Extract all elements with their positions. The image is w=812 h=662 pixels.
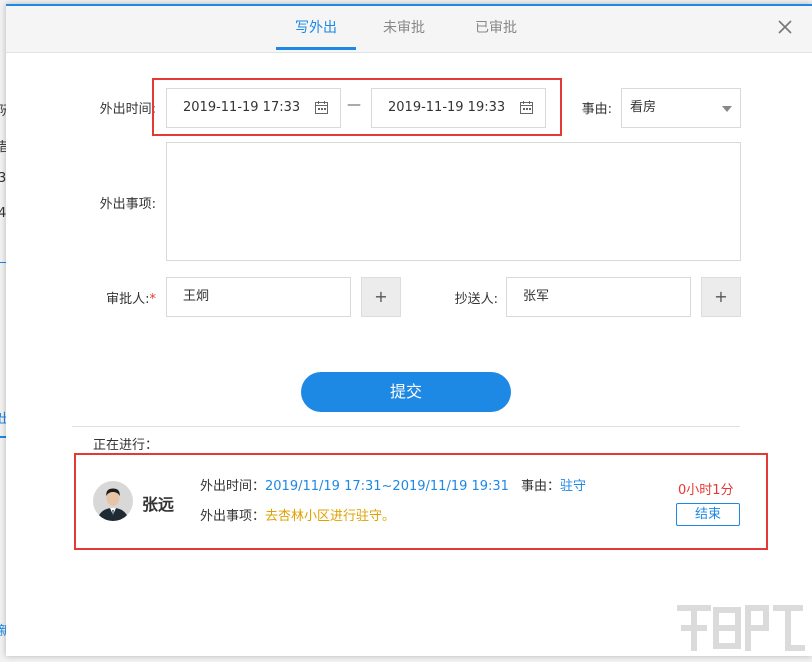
- employee-name: 张远: [142, 495, 175, 514]
- avatar-photo: [93, 481, 133, 521]
- ongoing-card-highlight: [74, 453, 768, 550]
- add-approver-button[interactable]: +: [361, 277, 401, 317]
- avatar: [93, 481, 133, 521]
- approver-label: 审批人:*: [80, 288, 156, 307]
- reason-select[interactable]: 看房: [621, 88, 741, 128]
- ongoing-matter-value: 去杏林小区进行驻守。: [265, 509, 396, 524]
- tab-approved[interactable]: 已审批: [460, 6, 532, 50]
- reason-label: 事由:: [581, 102, 612, 117]
- ongoing-matter-line: 外出事项：去杏林小区进行驻守。: [200, 505, 395, 524]
- ongoing-time-line: 外出时间：2019/11/19 17:31~2019/11/19 19:31 事由…: [200, 475, 586, 494]
- tab-write-outing[interactable]: 写外出: [276, 6, 356, 50]
- tab-pending[interactable]: 未审批: [368, 6, 440, 50]
- submit-button[interactable]: 提交: [301, 372, 511, 412]
- dropdown-arrow-icon: [722, 106, 732, 112]
- ongoing-section-title: 正在进行：: [93, 438, 159, 453]
- tab-bar: 写外出 未审批 已审批: [6, 6, 812, 53]
- matter-label: 外出事项:: [99, 197, 156, 212]
- elapsed-duration: 0小时1分: [678, 483, 734, 498]
- ongoing-time-label: 外出时间：: [200, 479, 266, 494]
- cc-input[interactable]: 张军: [506, 277, 691, 317]
- approver-label-text: 审批人:: [106, 292, 150, 307]
- approver-value: 王炯: [183, 289, 210, 304]
- ongoing-matter-label: 外出事项：: [200, 509, 266, 524]
- approver-input[interactable]: 王炯: [166, 277, 351, 317]
- cc-label: 抄送人:: [454, 292, 498, 307]
- time-range-highlight: [152, 78, 562, 136]
- required-mark: *: [149, 292, 157, 307]
- cc-value: 张军: [523, 289, 550, 304]
- ongoing-reason-label: 事由：: [520, 479, 560, 494]
- ongoing-time-value: 2019/11/19 17:31~2019/11/19 19:31: [265, 479, 509, 494]
- outing-dialog: 写外出 未审批 已审批 外出时间: 2019-11-19 17:33 — 201…: [6, 4, 812, 656]
- add-cc-button[interactable]: +: [701, 277, 741, 317]
- time-label: 外出时间:: [99, 102, 156, 117]
- watermark-logo: [677, 605, 805, 651]
- section-divider: [72, 426, 740, 427]
- end-outing-button[interactable]: 结束: [676, 503, 740, 526]
- close-icon[interactable]: [776, 18, 794, 36]
- ongoing-reason-value: 驻守: [559, 479, 586, 494]
- reason-select-value: 看房: [630, 100, 657, 115]
- matter-textarea[interactable]: [166, 142, 741, 261]
